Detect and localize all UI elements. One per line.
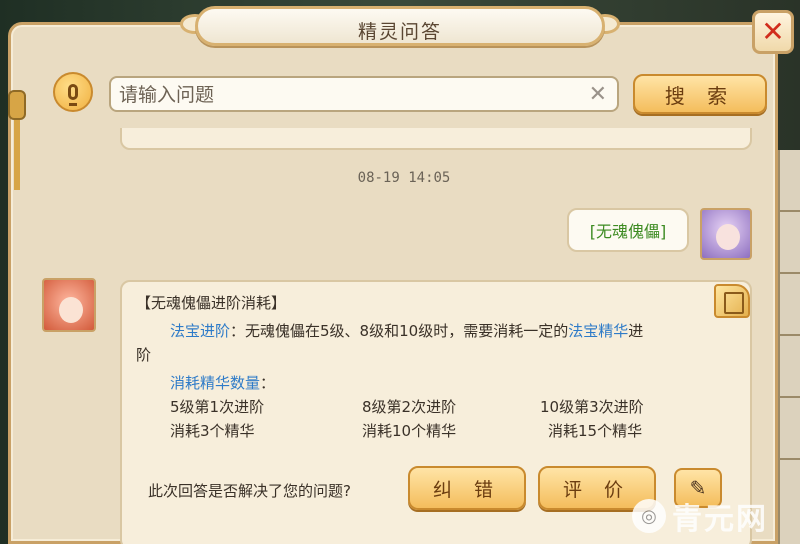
link-fabao-advance[interactable]: 法宝进阶 bbox=[170, 322, 230, 340]
answer-text-end: 进 bbox=[628, 322, 644, 340]
cost-2: 消耗10个精华 bbox=[362, 422, 457, 440]
cost-1: 消耗3个精华 bbox=[170, 422, 255, 440]
side-tab[interactable] bbox=[780, 398, 800, 460]
answer-sub-colon: ： bbox=[260, 374, 276, 392]
stage-1: 5级第1次进阶 bbox=[170, 398, 265, 416]
clear-icon[interactable]: ✕ bbox=[589, 82, 607, 107]
correct-error-button[interactable]: 纠 错 bbox=[408, 466, 526, 510]
search-button[interactable]: 搜 索 bbox=[633, 74, 767, 114]
window-title: 精灵问答 bbox=[357, 21, 442, 43]
user-message-bubble: [无魂傀儡] bbox=[567, 208, 689, 252]
answer-line-wrap: 阶 bbox=[136, 346, 152, 364]
side-tab[interactable] bbox=[780, 274, 800, 336]
answer-sub: 消耗精华数量： bbox=[170, 372, 275, 393]
answer-line: 法宝进阶：无魂傀儡在5级、8级和10级时，需要消耗一定的法宝精华进 bbox=[170, 318, 730, 344]
watermark: ◎ 青元网 bbox=[632, 496, 768, 537]
link-fabao-essence[interactable]: 法宝精华 bbox=[568, 322, 628, 340]
link-essence-count[interactable]: 消耗精华数量 bbox=[170, 374, 260, 392]
side-tabs bbox=[778, 150, 800, 544]
side-tab[interactable] bbox=[780, 336, 800, 398]
stage-3: 10级第3次进阶 bbox=[540, 398, 644, 416]
title-bar: 精灵问答 bbox=[195, 6, 605, 46]
stage-2: 8级第2次进阶 bbox=[362, 398, 457, 416]
tassel-ornament bbox=[6, 40, 28, 190]
ornament-knot bbox=[8, 90, 26, 120]
voice-input-button[interactable] bbox=[53, 72, 93, 112]
message-timestamp: 08-19 14:05 bbox=[357, 170, 451, 186]
microphone-icon bbox=[68, 84, 78, 106]
close-button[interactable]: ✕ bbox=[752, 10, 794, 54]
search-field[interactable]: ✕ bbox=[109, 76, 619, 112]
side-tab[interactable] bbox=[780, 150, 800, 212]
side-tab[interactable] bbox=[780, 212, 800, 274]
ornament-tassel bbox=[14, 120, 20, 190]
chat-area[interactable]: 08-19 14:05 [无魂傀儡] 【无魂傀儡进阶消耗】 法宝进阶：无魂傀儡在… bbox=[30, 128, 778, 544]
watermark-logo-icon: ◎ bbox=[632, 499, 666, 533]
npc-face bbox=[59, 297, 83, 323]
answer-text: ：无魂傀儡在5级、8级和10级时，需要消耗一定的 bbox=[230, 322, 569, 340]
previous-answer-card bbox=[120, 128, 752, 150]
player-face bbox=[716, 224, 740, 250]
npc-avatar bbox=[42, 278, 96, 332]
close-icon: ✕ bbox=[761, 15, 785, 48]
player-avatar bbox=[700, 208, 752, 260]
search-input[interactable] bbox=[119, 82, 579, 108]
cost-3: 消耗15个精华 bbox=[548, 422, 643, 440]
book-icon[interactable] bbox=[714, 284, 750, 318]
answer-title: 【无魂傀儡进阶消耗】 bbox=[136, 294, 287, 312]
feedback-question: 此次回答是否解决了您的问题? bbox=[148, 482, 351, 500]
watermark-text: 青元网 bbox=[672, 502, 768, 537]
